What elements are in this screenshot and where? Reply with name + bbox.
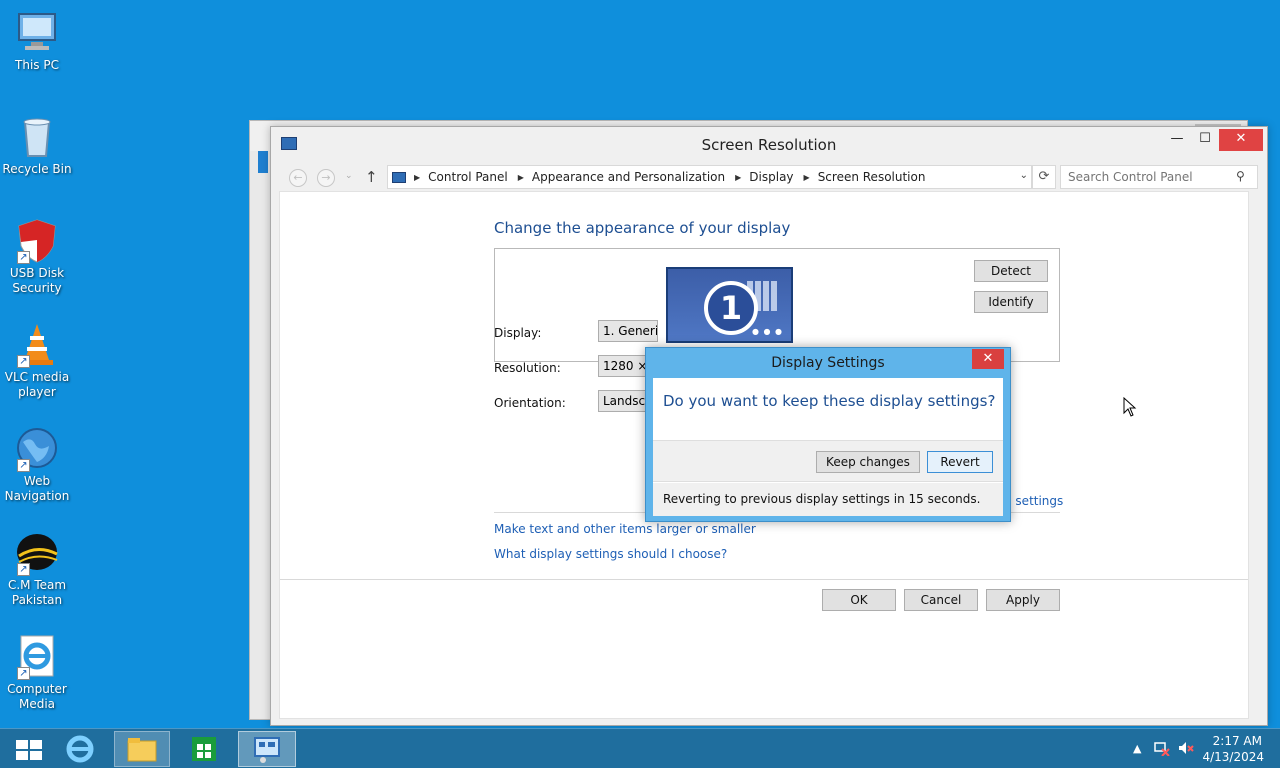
show-hidden-icons-button[interactable]: ▲ [1133,742,1141,755]
breadcrumb-label: Appearance and Personalization [531,170,726,184]
monitor-dots-decoration: ● ● ● [751,327,783,336]
windows-logo-icon [16,740,42,760]
volume-muted-icon[interactable] [1178,740,1194,759]
dialog-button-bar: Keep changes Revert [653,440,1003,482]
close-button[interactable]: ✕ [1219,129,1263,151]
shortcut-arrow-icon: ↗ [17,459,30,472]
breadcrumb-screen-resolution[interactable]: ▶ Screen Resolution [804,170,936,184]
revert-button[interactable]: Revert [927,451,993,473]
cm-team-logo-icon: ↗ [13,528,61,576]
address-bar[interactable]: ▶ Control Panel ▶ Appearance and Persona… [387,165,1032,189]
desktop-icon-label: Recycle Bin [2,162,72,176]
window-titlebar[interactable]: Screen Resolution — ☐ ✕ [271,127,1267,161]
internet-explorer-icon: ↗ [13,632,61,680]
maximize-button[interactable]: ☐ [1191,129,1219,151]
shortcut-arrow-icon: ↗ [17,667,30,680]
forward-button[interactable]: → [317,169,335,187]
monitor-number: 1 [704,281,758,335]
breadcrumb-label: Screen Resolution [817,170,926,184]
network-icon[interactable] [1154,740,1170,759]
navigation-bar: ← → ⌄ ↑ ▶ Control Panel ▶ Appearance and… [281,165,1258,191]
dialog-question: Do you want to keep these display settin… [663,392,996,410]
page-title: Change the appearance of your display [494,219,791,237]
search-icon[interactable]: ⚲ [1236,169,1245,183]
identify-button[interactable]: Identify [974,291,1048,313]
desktop-icon-label: Web Navigation [4,474,70,503]
resolution-label: Resolution: [494,361,561,375]
chevron-right-icon: ▶ [517,172,524,182]
desktop-icon-cm-team[interactable]: ↗ C.M Team Pakistan [2,528,72,608]
folder-icon [127,738,157,762]
internet-explorer-icon [66,735,94,763]
breadcrumb-label: Control Panel [428,170,508,184]
display-help-link[interactable]: What display settings should I choose? [494,547,727,561]
footer-divider [280,579,1248,580]
store-icon [192,737,216,761]
chevron-right-icon: ▶ [414,172,421,182]
clock-time[interactable]: 2:17 AM [1213,734,1262,748]
countdown-status: Reverting to previous display settings i… [663,492,981,506]
shortcut-arrow-icon: ↗ [17,251,30,264]
text-size-link[interactable]: Make text and other items larger or smal… [494,522,756,536]
shield-icon: ↗ [13,216,61,264]
taskbar-control-panel[interactable] [238,731,296,767]
monitor-1[interactable]: 1 ● ● ● [666,267,793,343]
taskbar-internet-explorer[interactable] [52,731,108,767]
desktop-icon-label: VLC media player [4,370,70,399]
vlc-cone-icon: ↗ [13,320,61,368]
recycle-bin-icon [13,112,61,160]
taskbar-store[interactable] [176,731,232,767]
keep-changes-button[interactable]: Keep changes [816,451,920,473]
window-title: Screen Resolution [701,136,837,154]
advanced-settings-link[interactable]: d settings [1004,494,1063,508]
ok-button[interactable]: OK [822,589,896,611]
clock-date[interactable]: 4/13/2024 [1202,750,1264,764]
breadcrumb-appearance[interactable]: ▶ Appearance and Personalization [518,170,735,184]
address-dropdown-icon[interactable]: ⌄ [1020,170,1028,181]
desktop-icon-label: C.M Team Pakistan [7,578,67,607]
cancel-button[interactable]: Cancel [904,589,978,611]
display-select[interactable]: 1. Generic [598,320,658,342]
this-pc-icon [13,8,61,56]
desktop-icon-recycle-bin[interactable]: Recycle Bin [2,112,72,177]
chevron-right-icon: ▶ [803,172,810,182]
mouse-cursor-icon [1123,396,1137,422]
breadcrumb-label: Display [749,170,794,184]
desktop-icon-label: USB Disk Security [9,266,65,295]
background-window-accent [258,151,268,173]
desktop-icon-web-navigation[interactable]: ↗ Web Navigation [2,424,72,504]
search-input[interactable] [1060,165,1258,189]
display-label: Display: [494,326,542,340]
desktop-icon-this-pc[interactable]: This PC [2,8,72,73]
taskbar-file-explorer[interactable] [114,731,170,767]
desktop-icon-computer-media[interactable]: ↗ Computer Media [2,632,72,712]
dialog-title: Display Settings [771,355,885,371]
orientation-label: Orientation: [494,396,566,410]
breadcrumb-control-panel[interactable]: ▶ Control Panel [414,170,518,184]
detect-button[interactable]: Detect [974,260,1048,282]
dialog-body: Do you want to keep these display settin… [653,378,1003,516]
control-panel-icon [392,171,406,183]
up-button[interactable]: ↑ [365,168,378,186]
back-button[interactable]: ← [289,169,307,187]
monitor-arrangement-box: 1 ● ● ● Detect Identify [494,248,1060,362]
control-panel-icon [254,737,280,763]
breadcrumb-display[interactable]: ▶ Display [735,170,803,184]
display-settings-dialog[interactable]: Display Settings ✕ Do you want to keep t… [645,347,1011,522]
desktop-icon-usb-disk-security[interactable]: ↗ USB Disk Security [2,216,72,296]
minimize-button[interactable]: — [1163,129,1191,151]
shortcut-arrow-icon: ↗ [17,563,30,576]
dialog-close-button[interactable]: ✕ [972,349,1004,369]
recent-locations-button[interactable]: ⌄ [345,171,353,181]
apply-button[interactable]: Apply [986,589,1060,611]
shortcut-arrow-icon: ↗ [17,355,30,368]
taskbar: ▲ 2:17 AM 4/13/2024 [0,728,1280,768]
desktop-icon-label: This PC [15,58,59,72]
refresh-button[interactable]: ⟳ [1032,165,1056,189]
desktop-icon-label: Computer Media [7,682,67,711]
desktop-icon-vlc[interactable]: ↗ VLC media player [2,320,72,400]
globe-icon: ↗ [13,424,61,472]
chevron-right-icon: ▶ [735,172,742,182]
